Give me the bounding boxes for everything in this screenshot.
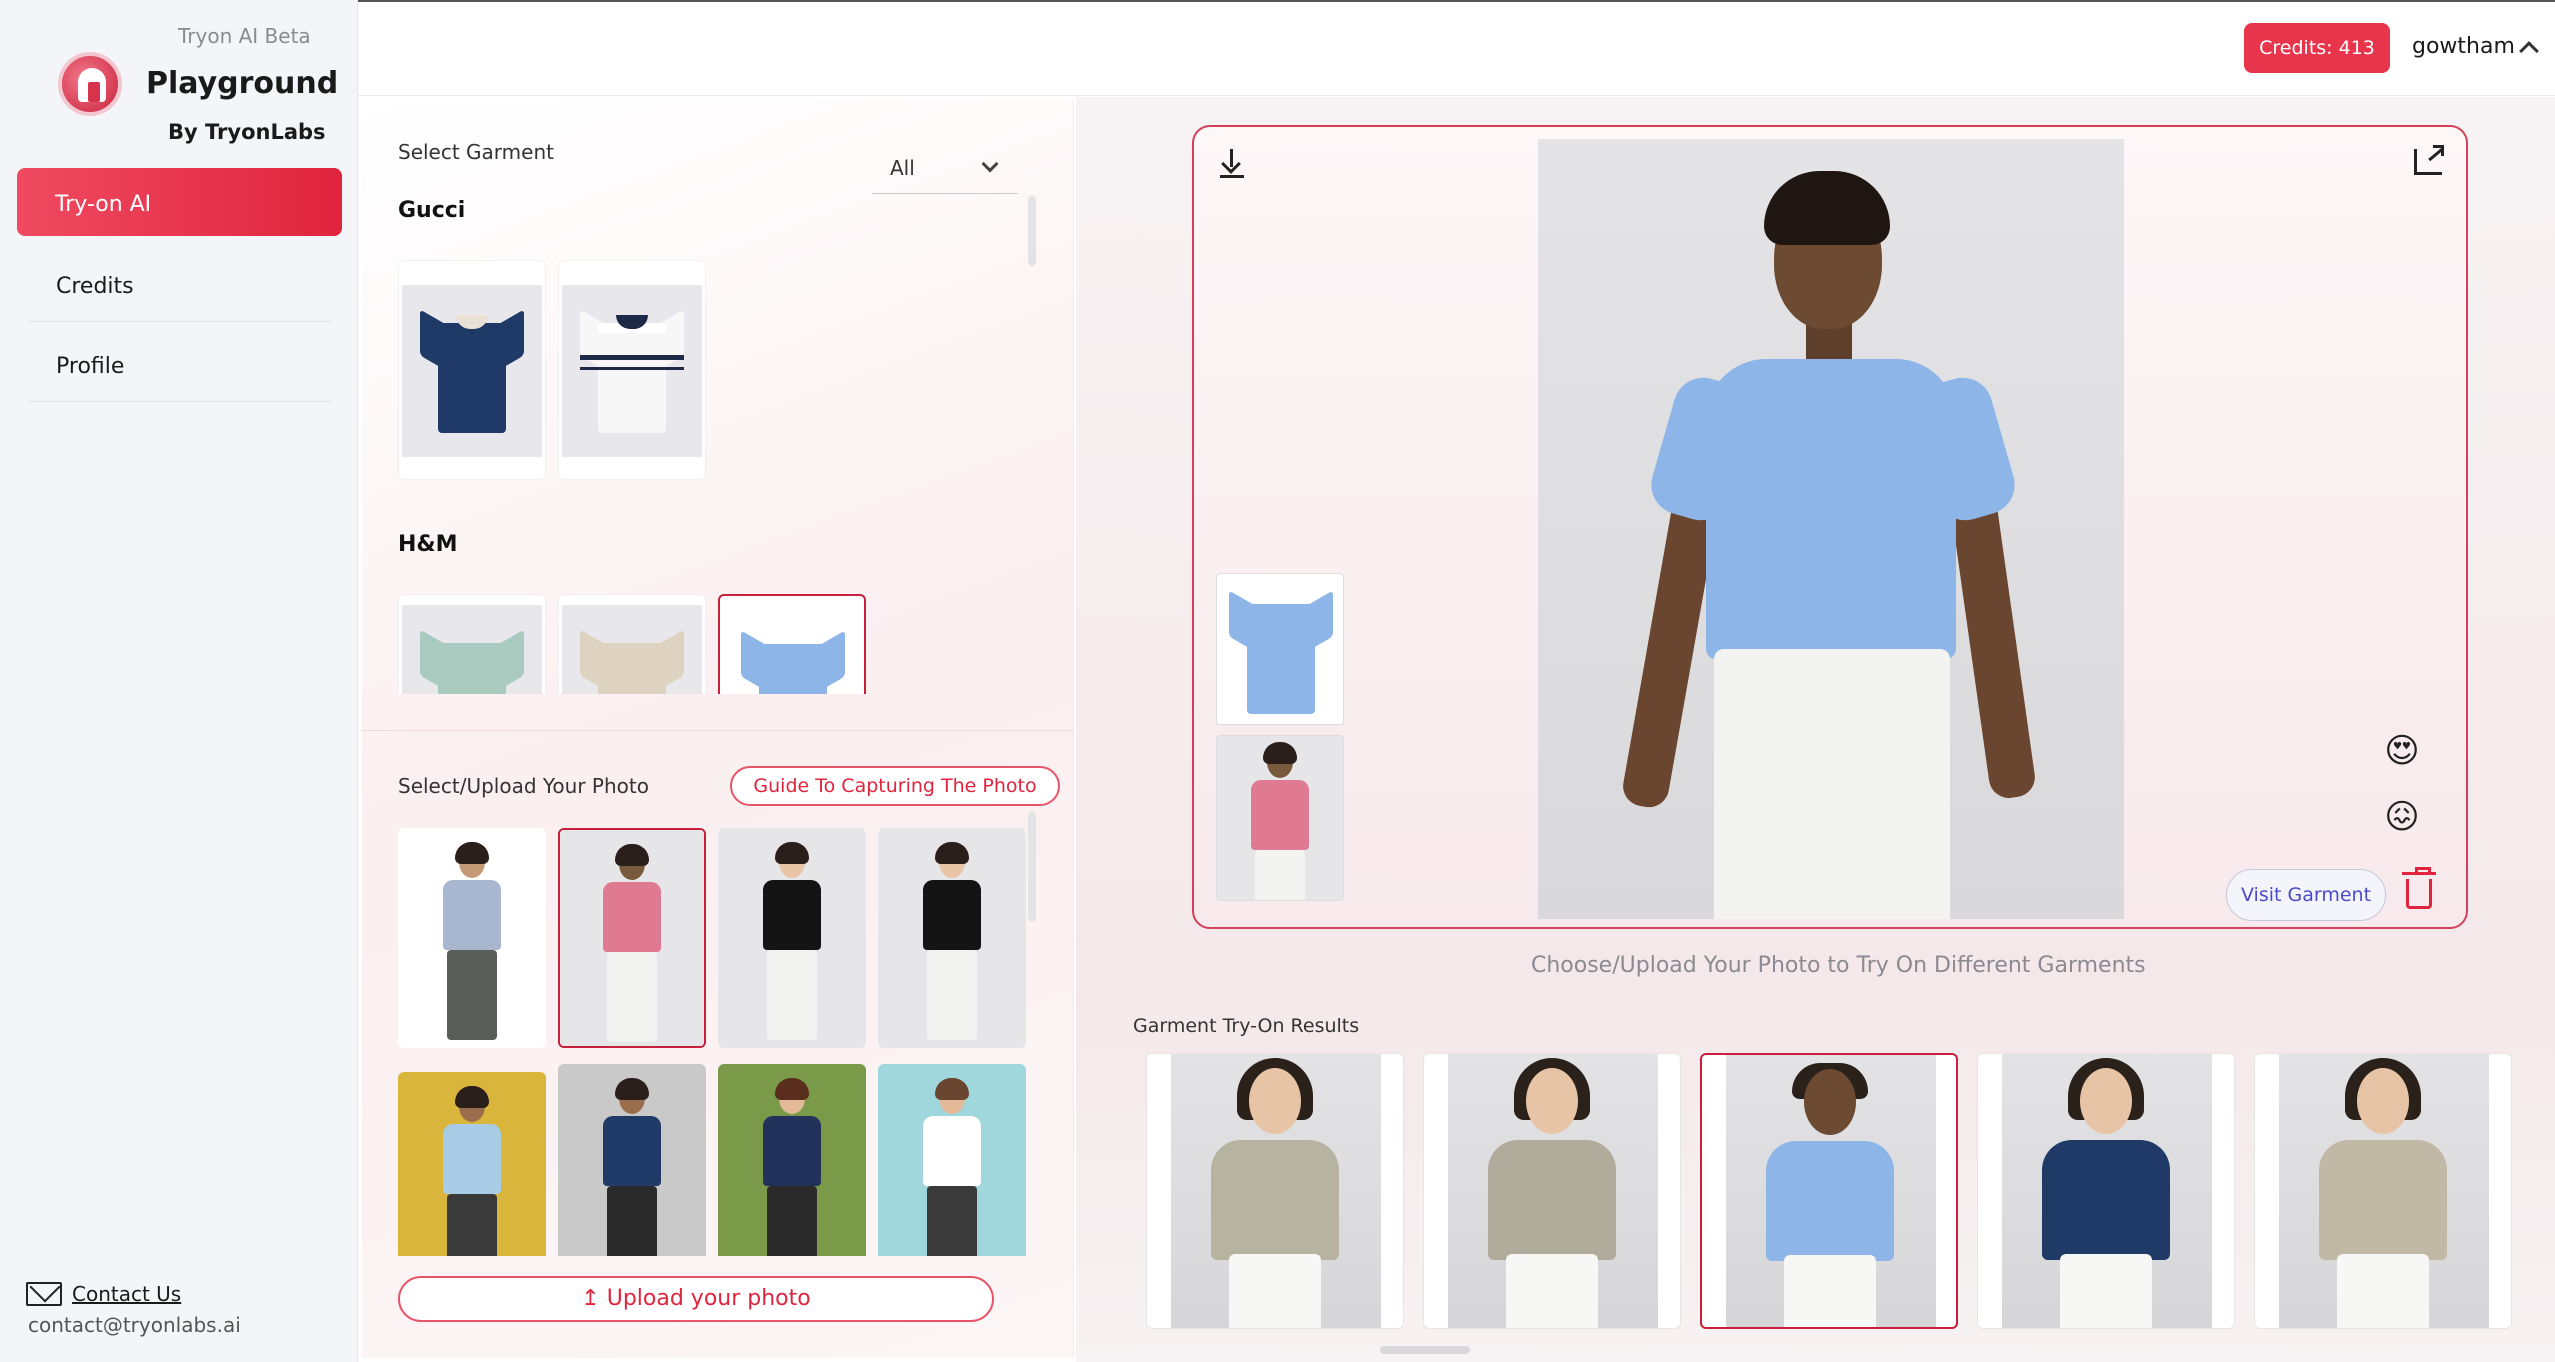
garment-filter-select[interactable]: All — [872, 142, 1018, 194]
garment-card-selected[interactable] — [718, 594, 866, 694]
photo-card[interactable] — [398, 1072, 546, 1256]
selection-panel: Select Garment All Gucci H&M Select/Uplo… — [362, 100, 1074, 1358]
nav-item-profile[interactable]: Profile — [28, 330, 332, 402]
t-shirt-icon — [1229, 582, 1333, 722]
beta-label: Tryon AI Beta — [178, 24, 311, 48]
sidebar: Tryon AI Beta Playground By TryonLabs Tr… — [0, 0, 358, 1362]
nav-item-credits[interactable]: Credits — [28, 250, 332, 322]
source-garment-thumbnail[interactable] — [1216, 573, 1344, 725]
result-thumbnail[interactable] — [2254, 1053, 2512, 1329]
select-photo-label: Select/Upload Your Photo — [398, 774, 649, 798]
dislike-reaction-icon[interactable]: 😖 — [2382, 797, 2422, 837]
results-scrollbar[interactable] — [1380, 1346, 1470, 1354]
credits-badge[interactable]: Credits: 413 — [2244, 23, 2390, 73]
photo-card[interactable] — [558, 1064, 706, 1256]
tryonlabs-logo-icon — [58, 52, 122, 116]
section-divider — [362, 730, 1074, 731]
trash-icon[interactable] — [2402, 867, 2436, 909]
tryon-result-card: 😍 😖 Visit Garment — [1192, 125, 2468, 929]
result-thumbnail[interactable] — [1146, 1053, 1404, 1329]
garment-card[interactable] — [398, 260, 546, 480]
visit-garment-button[interactable]: Visit Garment — [2226, 869, 2386, 921]
t-shirt-icon — [420, 621, 524, 694]
contact-email: contact@tryonlabs.ai — [28, 1313, 241, 1337]
user-menu[interactable]: gowtham — [2412, 34, 2515, 59]
photo-card[interactable] — [398, 828, 546, 1048]
garment-filter-value: All — [890, 156, 915, 180]
photo-card[interactable] — [718, 1064, 866, 1256]
top-bar — [358, 0, 2555, 96]
polo-shirt-icon — [420, 301, 524, 441]
app-title: Playground — [146, 66, 339, 101]
guide-capturing-photo-button[interactable]: Guide To Capturing The Photo — [730, 766, 1060, 806]
results-label: Garment Try-On Results — [1133, 1015, 1360, 1037]
result-thumbnail-selected[interactable] — [1700, 1053, 1958, 1329]
upload-photo-label: Upload your photo — [606, 1286, 811, 1311]
photo-card-selected[interactable] — [558, 828, 706, 1048]
love-reaction-icon[interactable]: 😍 — [2382, 731, 2422, 771]
mail-icon — [26, 1282, 62, 1306]
tryon-hint: Choose/Upload Your Photo to Try On Diffe… — [1531, 953, 2146, 978]
result-area: 😍 😖 Visit Garment Choose/Upload Your Pho… — [1076, 97, 2555, 1362]
garment-card[interactable] — [558, 260, 706, 480]
t-shirt-icon — [580, 621, 684, 694]
upload-photo-button[interactable]: ↥ Upload your photo — [398, 1276, 994, 1322]
hm-garment-row — [392, 594, 1032, 694]
photo-card[interactable] — [718, 828, 866, 1048]
chevron-down-icon — [981, 155, 999, 173]
share-icon[interactable] — [2414, 145, 2444, 175]
garment-card[interactable] — [558, 594, 706, 694]
result-thumbnail[interactable] — [1423, 1053, 1681, 1329]
t-shirt-icon — [741, 622, 845, 694]
photo-card[interactable] — [878, 828, 1026, 1048]
brand-heading-hm: H&M — [398, 532, 458, 557]
result-thumbnail[interactable] — [1977, 1053, 2235, 1329]
source-photo-thumbnail[interactable] — [1216, 735, 1344, 901]
photo-card[interactable] — [878, 1064, 1026, 1256]
brand-heading-gucci: Gucci — [398, 198, 466, 223]
select-garment-label: Select Garment — [398, 140, 554, 164]
photo-grid — [392, 828, 1032, 1256]
upload-icon: ↥ — [581, 1286, 607, 1311]
nav-item-try-on-ai[interactable]: Try-on AI — [17, 168, 342, 236]
garment-list-scrollbar[interactable] — [1028, 196, 1036, 266]
app-subtitle: By TryonLabs — [168, 120, 326, 144]
polo-shirt-icon — [580, 301, 684, 441]
download-icon[interactable] — [1220, 149, 1244, 179]
contact-us-link[interactable]: Contact Us — [72, 1282, 181, 1306]
garment-card[interactable] — [398, 594, 546, 694]
tryon-result-image — [1538, 139, 2124, 919]
